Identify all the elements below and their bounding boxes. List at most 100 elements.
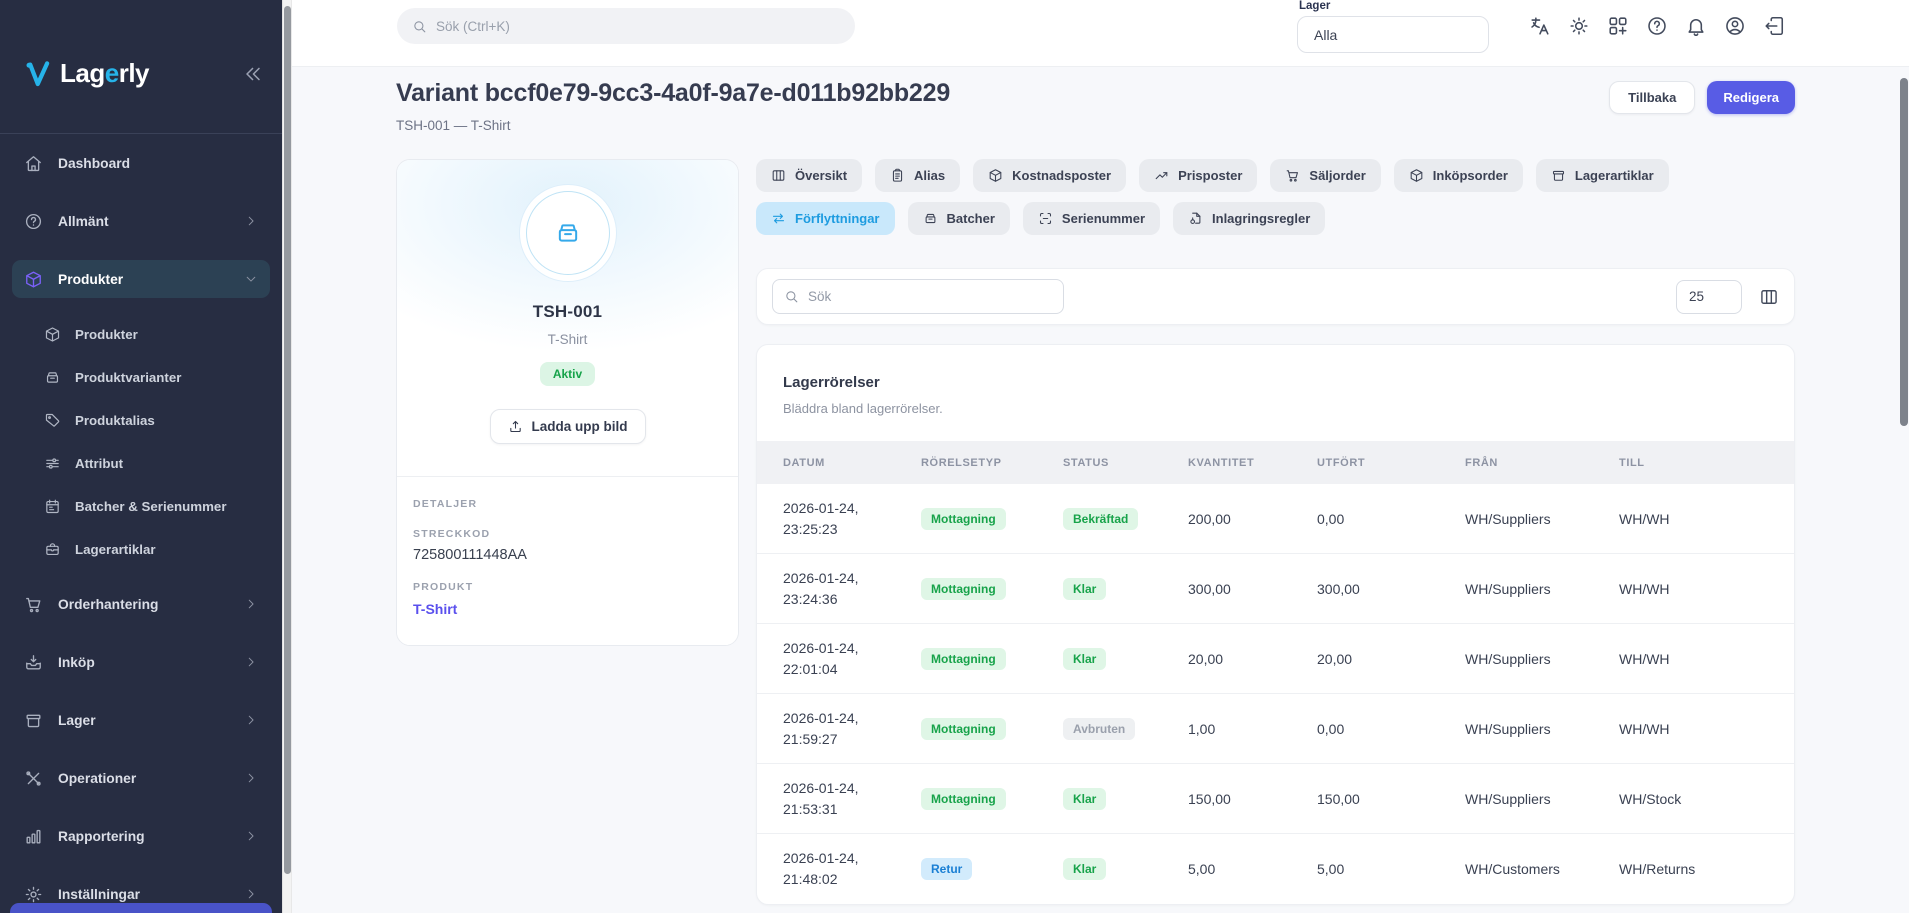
chevron-right-icon: [244, 597, 258, 611]
cell-date: 2026-01-24,23:25:23: [783, 498, 921, 540]
tab-label: Översikt: [795, 168, 847, 183]
tab-label: Alias: [914, 168, 945, 183]
translate-icon: [1529, 15, 1551, 37]
sidebar-bottom-card[interactable]: [10, 903, 272, 913]
sidebar-subitem-produktvarianter[interactable]: Produktvarianter: [12, 361, 270, 393]
global-search[interactable]: [397, 8, 855, 44]
cell-from: WH/Suppliers: [1465, 721, 1619, 737]
tab-saljorder[interactable]: Säljorder: [1270, 159, 1380, 192]
chevron-right-icon: [244, 887, 258, 901]
cube-icon: [988, 168, 1003, 183]
sidebar-subitem-lagerartiklar[interactable]: Lagerartiklar: [12, 533, 270, 565]
upload-icon: [508, 419, 523, 434]
sidebar-subitem-label: Batcher & Serienummer: [75, 499, 227, 514]
sidebar-scrollbar[interactable]: [282, 0, 292, 913]
sidebar-item-label: Rapportering: [58, 829, 145, 844]
apps-button[interactable]: [1607, 15, 1629, 37]
sidebar-item-orderhantering[interactable]: Orderhantering: [12, 585, 270, 623]
sidebar-item-lager[interactable]: Lager: [12, 701, 270, 739]
theme-toggle-button[interactable]: [1568, 15, 1590, 37]
tab-batcher[interactable]: Batcher: [908, 202, 1010, 235]
cell-date: 2026-01-24,23:24:36: [783, 568, 921, 610]
table-row[interactable]: 2026-01-24,21:48:02 Retur Klar 5,00 5,00…: [757, 834, 1794, 904]
sidebar-item-label: Orderhantering: [58, 597, 158, 612]
sidebar-item-produkter[interactable]: Produkter: [12, 260, 270, 298]
column-header-till: TILL: [1619, 457, 1768, 469]
scrollbar-thumb[interactable]: [284, 6, 291, 874]
variant-sku: TSH-001: [417, 302, 718, 322]
logout-button[interactable]: [1763, 15, 1785, 37]
movements-subtitle: Bläddra bland lagerrörelser.: [783, 401, 1768, 416]
tab-oversikt[interactable]: Översikt: [756, 159, 862, 192]
warehouse-select[interactable]: Alla: [1297, 16, 1489, 53]
cell-quantity: 150,00: [1188, 791, 1317, 807]
movements-card: Lagerrörelser Bläddra bland lagerrörelse…: [756, 344, 1795, 905]
tab-label: Inlagringsregler: [1212, 211, 1310, 226]
notifications-button[interactable]: [1685, 15, 1707, 37]
tab-label: Serienummer: [1062, 211, 1145, 226]
back-button[interactable]: Tillbaka: [1609, 81, 1695, 114]
help-button[interactable]: [1646, 15, 1668, 37]
column-header-status: STATUS: [1063, 457, 1188, 469]
sidebar-subitem-produktalias[interactable]: Produktalias: [12, 404, 270, 436]
sidebar-subitem-label: Produktalias: [75, 413, 155, 428]
sidebar-item-operationer[interactable]: Operationer: [12, 759, 270, 797]
tab-inlagringsregler[interactable]: Inlagringsregler: [1173, 202, 1325, 235]
cell-to: WH/WH: [1619, 511, 1768, 527]
sidebar-subitem-attribut[interactable]: Attribut: [12, 447, 270, 479]
page-scrollbar[interactable]: [1899, 0, 1909, 913]
cell-quantity: 1,00: [1188, 721, 1317, 737]
sidebar-item-rapportering[interactable]: Rapportering: [12, 817, 270, 855]
lagerly-logo-icon: [24, 59, 54, 89]
status-badge: Klar: [1063, 648, 1106, 670]
sidebar-item-inkop[interactable]: Inköp: [12, 643, 270, 681]
sidebar-item-allmant[interactable]: Allmänt: [12, 202, 270, 240]
tab-label: Prisposter: [1178, 168, 1242, 183]
tab-label: Förflyttningar: [795, 211, 880, 226]
tab-kostnadsposter[interactable]: Kostnadsposter: [973, 159, 1126, 192]
tab-prisposter[interactable]: Prisposter: [1139, 159, 1257, 192]
column-settings-button[interactable]: [1759, 287, 1779, 307]
tab-label: Inköpsorder: [1433, 168, 1508, 183]
tab-inkopsorder[interactable]: Inköpsorder: [1394, 159, 1523, 192]
table-row[interactable]: 2026-01-24,21:59:27 Mottagning Avbruten …: [757, 694, 1794, 764]
product-link[interactable]: T-Shirt: [413, 601, 722, 617]
sidebar-subitem-batcher-serienummer[interactable]: Batcher & Serienummer: [12, 490, 270, 522]
sidebar-item-dashboard[interactable]: Dashboard: [12, 144, 270, 182]
product-box-icon: [554, 219, 582, 247]
table-row[interactable]: 2026-01-24,23:24:36 Mottagning Klar 300,…: [757, 554, 1794, 624]
topbar-icons: [1529, 15, 1785, 37]
table-search-input[interactable]: [808, 289, 1052, 304]
table-row[interactable]: 2026-01-24,21:53:31 Mottagning Klar 150,…: [757, 764, 1794, 834]
brand-name: Lagerly: [60, 58, 149, 89]
cart-icon: [24, 595, 43, 614]
scrollbar-thumb[interactable]: [1900, 78, 1908, 426]
tab-alias[interactable]: Alias: [875, 159, 960, 192]
table-row[interactable]: 2026-01-24,22:01:04 Mottagning Klar 20,0…: [757, 624, 1794, 694]
variant-summary-card: TSH-001 T-Shirt Aktiv Ladda upp bild DET…: [396, 159, 739, 646]
page-size-input[interactable]: [1676, 280, 1742, 314]
sidebar-subitem-produkter[interactable]: Produkter: [12, 318, 270, 350]
tab-forflyttningar[interactable]: Förflyttningar: [756, 202, 895, 235]
edit-button[interactable]: Redigera: [1707, 81, 1795, 114]
inbox-icon: [24, 653, 43, 672]
tab-serienummer[interactable]: Serienummer: [1023, 202, 1160, 235]
columns-icon: [771, 168, 786, 183]
language-button[interactable]: [1529, 15, 1551, 37]
chevron-right-icon: [244, 655, 258, 669]
grid-plus-icon: [1607, 15, 1629, 37]
table-search[interactable]: [772, 279, 1064, 314]
upload-image-button[interactable]: Ladda upp bild: [490, 409, 646, 444]
product-label: PRODUKT: [413, 581, 722, 593]
page: Variant bccf0e79-9cc3-4a0f-9a7e-d011b92b…: [292, 67, 1909, 905]
table-row[interactable]: 2026-01-24,23:25:23 Mottagning Bekräftad…: [757, 484, 1794, 554]
tab-lagerartiklar[interactable]: Lagerartiklar: [1536, 159, 1669, 192]
variant-name: T-Shirt: [417, 332, 718, 347]
warehouse-filter: Lager Alla: [1297, 0, 1489, 53]
account-button[interactable]: [1724, 15, 1746, 37]
clipboard-icon: [890, 168, 905, 183]
chevron-right-icon: [244, 829, 258, 843]
cell-date: 2026-01-24,22:01:04: [783, 638, 921, 680]
collapse-sidebar-button[interactable]: [242, 63, 264, 85]
global-search-input[interactable]: [436, 19, 840, 34]
